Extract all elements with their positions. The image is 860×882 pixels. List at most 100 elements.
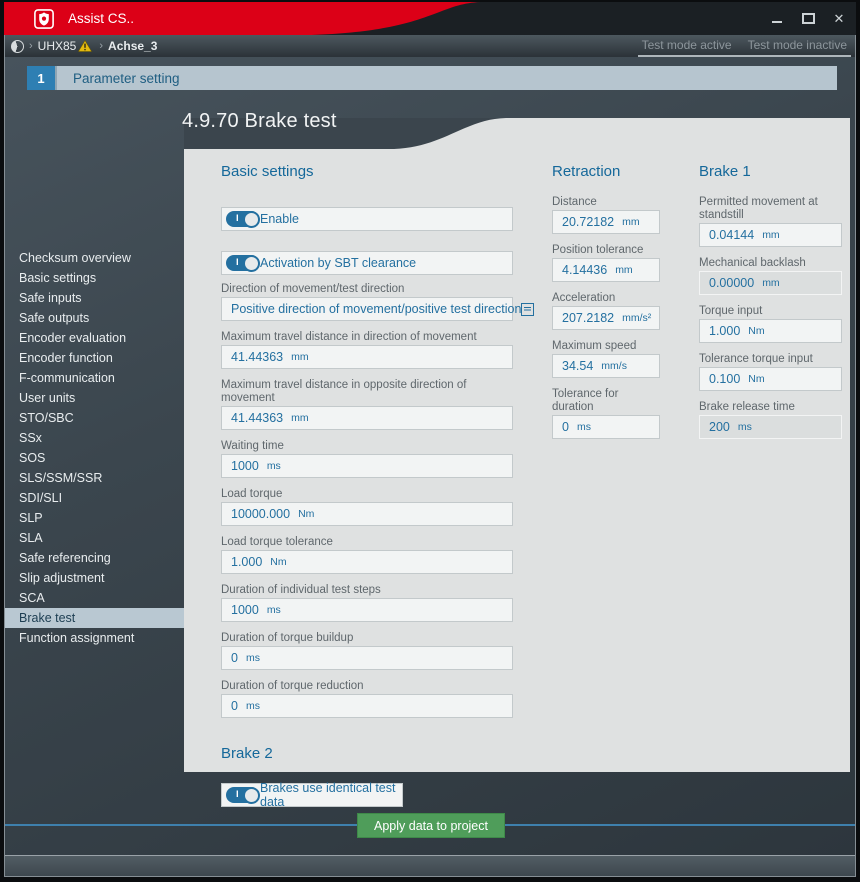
field-group: Duration of individual test steps 1000ms (221, 584, 513, 622)
test-mode-inactive-button[interactable]: Test mode inactive (748, 38, 847, 52)
field-group: Duration of torque buildup 0ms (221, 632, 513, 670)
sidebar-item-safe-outputs[interactable]: Safe outputs (5, 308, 184, 328)
content-panel: Basic settings I Enable I Activation by … (184, 118, 850, 772)
warning-icon (78, 40, 92, 52)
sbt-clearance-toggle[interactable]: I Activation by SBT clearance (221, 251, 513, 275)
main-area: 1 Parameter setting 4.9.70 Brake test Ch… (5, 57, 855, 855)
page-title: 4.9.70 Brake test (182, 110, 337, 133)
toggle-switch-icon: I (226, 211, 259, 227)
field-input[interactable]: 20.72182mm (552, 210, 660, 234)
toggle-label: Brakes use identical test data (260, 781, 402, 809)
field-input[interactable]: 1000ms (221, 454, 513, 478)
test-mode-active-button[interactable]: Test mode active (642, 38, 732, 52)
field-input[interactable]: 207.2182mm/s² (552, 306, 660, 330)
close-button[interactable]: ✕ (832, 12, 846, 26)
sidebar-item-checksum-overview[interactable]: Checksum overview (5, 248, 184, 268)
field-group: Duration of torque reduction 0ms (221, 680, 513, 718)
sidebar-item-slp[interactable]: SLP (5, 508, 184, 528)
field-label: Position tolerance (552, 244, 660, 257)
sidebar-item-ssx[interactable]: SSx (5, 428, 184, 448)
sidebar-item-encoder-function[interactable]: Encoder function (5, 348, 184, 368)
sidebar-item-function-assignment[interactable]: Function assignment (5, 628, 184, 648)
sidebar-item-safe-inputs[interactable]: Safe inputs (5, 288, 184, 308)
field-label: Torque input (699, 305, 842, 318)
sidebar-item-sca[interactable]: SCA (5, 588, 184, 608)
test-mode-switcher: Test mode active Test mode inactive (638, 34, 851, 57)
field-input[interactable]: 0.100Nm (699, 367, 842, 391)
app-title: Assist CS.. (68, 11, 134, 26)
field-input[interactable]: 1000ms (221, 598, 513, 622)
field-group: Maximum travel distance in opposite dire… (221, 379, 513, 430)
field-input[interactable]: 4.14436mm (552, 258, 660, 282)
field-label: Acceleration (552, 292, 660, 305)
enable-toggle[interactable]: I Enable (221, 207, 513, 231)
field-group: Brake release time 200ms (699, 401, 842, 439)
sidebar-item-sdi-sli[interactable]: SDI/SLI (5, 488, 184, 508)
retraction-section: Retraction Distance 20.72182mm Position … (552, 163, 660, 439)
toggle-switch-icon: I (226, 255, 259, 271)
field-input[interactable]: 0ms (221, 646, 513, 670)
field-label: Mechanical backlash (699, 257, 842, 270)
sidebar-item-slip-adjustment[interactable]: Slip adjustment (5, 568, 184, 588)
field-label: Brake release time (699, 401, 842, 414)
field-label: Permitted movement at standstill (699, 196, 842, 222)
field-input[interactable]: 0ms (221, 694, 513, 718)
sidebar-item-user-units[interactable]: User units (5, 388, 184, 408)
field-group: Tolerance torque input 0.100Nm (699, 353, 842, 391)
toggle-switch-icon: I (226, 787, 259, 803)
field-input-readonly: 200ms (699, 415, 842, 439)
sidebar-nav: Checksum overview Basic settings Safe in… (5, 248, 184, 648)
field-label: Maximum travel distance in opposite dire… (221, 379, 513, 405)
sidebar-item-sla[interactable]: SLA (5, 528, 184, 548)
sidebar-item-safe-referencing[interactable]: Safe referencing (5, 548, 184, 568)
field-label: Tolerance torque input (699, 353, 842, 366)
section-heading: Brake 2 (221, 745, 513, 763)
sidebar-item-f-communication[interactable]: F-communication (5, 368, 184, 388)
sidebar-item-brake-test[interactable]: Brake test (5, 608, 184, 628)
step-label: Parameter setting (55, 66, 837, 90)
field-group: Position tolerance 4.14436mm (552, 244, 660, 282)
field-input[interactable]: 10000.000Nm (221, 502, 513, 526)
identical-test-data-toggle[interactable]: I Brakes use identical test data (221, 783, 403, 807)
field-label: Maximum speed (552, 340, 660, 353)
toggle-label: Activation by SBT clearance (260, 256, 416, 270)
section-heading: Retraction (552, 163, 660, 181)
field-label: Load torque tolerance (221, 536, 513, 549)
sidebar-item-sls-ssm-ssr[interactable]: SLS/SSM/SSR (5, 468, 184, 488)
sidebar-item-basic-settings[interactable]: Basic settings (5, 268, 184, 288)
field-group: Maximum speed 34.54mm/s (552, 340, 660, 378)
field-input[interactable]: 34.54mm/s (552, 354, 660, 378)
field-input[interactable]: 41.44363mm (221, 345, 513, 369)
window-frame: › UHX85 › Achse_3 Test mode active Test … (4, 35, 856, 877)
field-input[interactable]: 0ms (552, 415, 660, 439)
field-label: Duration of torque reduction (221, 680, 513, 693)
field-group: Load torque 10000.000Nm (221, 488, 513, 526)
field-input[interactable]: 1.000Nm (699, 319, 842, 343)
apply-data-button[interactable]: Apply data to project (357, 813, 505, 838)
field-group: Direction of movement/test direction Pos… (221, 283, 513, 321)
toggle-label: Enable (260, 212, 299, 226)
brake1-section: Brake 1 Permitted movement at standstill… (699, 163, 842, 439)
breadcrumb-device[interactable]: UHX85 (38, 39, 77, 53)
section-heading: Basic settings (221, 163, 513, 181)
sidebar-item-sos[interactable]: SOS (5, 448, 184, 468)
sidebar-item-encoder-evaluation[interactable]: Encoder evaluation (5, 328, 184, 348)
title-bar: Assist CS.. ✕ (4, 2, 856, 35)
dropdown-value: Positive direction of movement/positive … (231, 302, 521, 316)
step-bar: 1 Parameter setting (27, 66, 837, 90)
project-globe-icon[interactable] (11, 40, 24, 53)
sidebar-item-sto-sbc[interactable]: STO/SBC (5, 408, 184, 428)
field-input[interactable]: 1.000Nm (221, 550, 513, 574)
app-window: Assist CS.. ✕ › UHX85 › Achse_3 Test (4, 2, 856, 877)
field-input[interactable]: 41.44363mm (221, 406, 513, 430)
field-input[interactable]: 0.04144mm (699, 223, 842, 247)
field-group: Permitted movement at standstill 0.04144… (699, 196, 842, 247)
minimize-button[interactable] (770, 12, 784, 26)
app-logo-shield-icon (34, 9, 54, 29)
direction-dropdown[interactable]: Positive direction of movement/positive … (221, 297, 513, 321)
field-group: Torque input 1.000Nm (699, 305, 842, 343)
field-group: Mechanical backlash 0.00000mm (699, 257, 842, 295)
breadcrumb-axis[interactable]: Achse_3 (108, 39, 157, 53)
field-label: Duration of torque buildup (221, 632, 513, 645)
maximize-button[interactable] (801, 12, 815, 26)
